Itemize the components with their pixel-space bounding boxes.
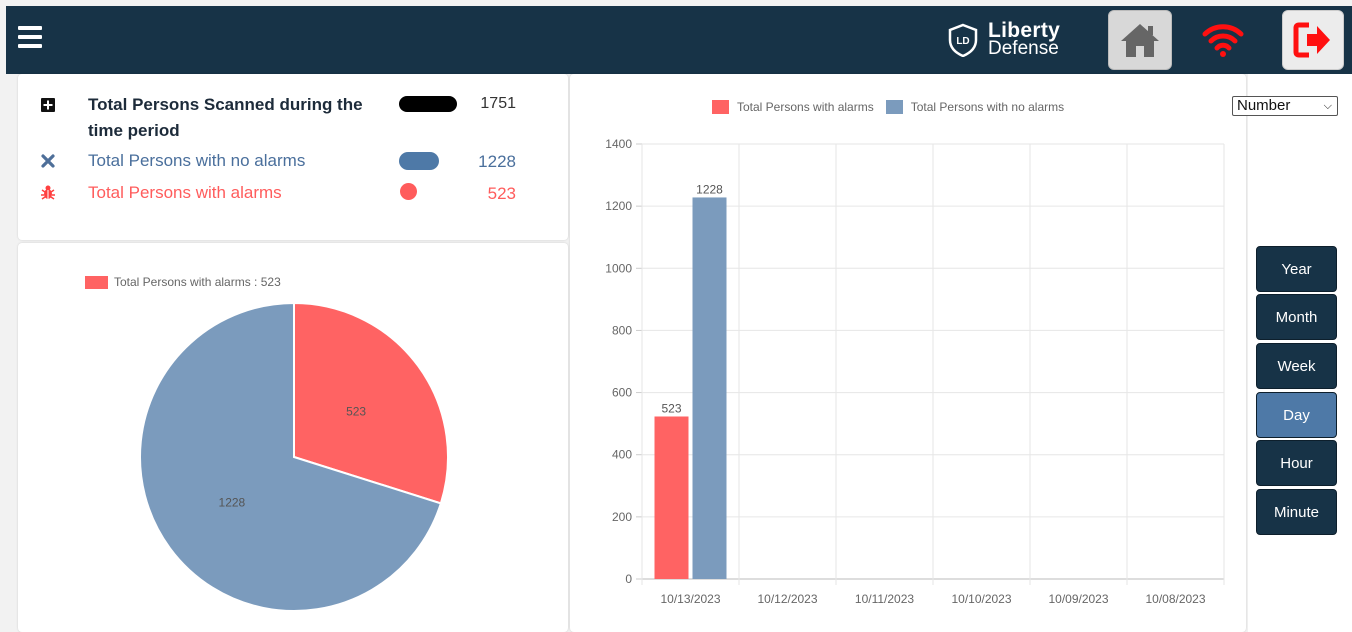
summary-value: 523 xyxy=(487,184,516,203)
x-tick-label: 10/12/2023 xyxy=(757,592,817,606)
wifi-icon xyxy=(1202,24,1244,57)
bar-chart-card: Total Persons with alarms Total Persons … xyxy=(570,74,1246,632)
menu-icon[interactable] xyxy=(18,26,42,50)
pie-slice-label: 1228 xyxy=(219,496,246,510)
bar-alarms[interactable] xyxy=(654,416,689,579)
y-tick-label: 0 xyxy=(625,572,632,586)
time-button-year[interactable]: Year xyxy=(1256,246,1337,292)
y-tick-label: 200 xyxy=(612,510,632,524)
time-button-minute[interactable]: Minute xyxy=(1256,489,1337,535)
shield-logo-icon: LD xyxy=(948,23,978,57)
bar-data-label: 523 xyxy=(661,401,681,415)
x-tick-label: 10/08/2023 xyxy=(1145,592,1205,606)
y-tick-label: 600 xyxy=(612,386,632,400)
logout-icon xyxy=(1293,22,1330,58)
metric-select[interactable]: Number ⌵ xyxy=(1232,96,1338,116)
bar-no-alarms[interactable] xyxy=(692,197,727,579)
y-tick-label: 1000 xyxy=(605,261,632,275)
time-button-day[interactable]: Day xyxy=(1256,392,1337,438)
select-value: Number xyxy=(1237,97,1291,114)
pie-chart-card: Total Persons with alarms : 523 523 1228 xyxy=(18,243,568,632)
summary-value: 1751 xyxy=(480,95,516,112)
x-tick-label: 10/10/2023 xyxy=(951,592,1011,606)
top-bar: LD Liberty Defense xyxy=(6,6,1352,74)
y-tick-label: 400 xyxy=(612,448,632,462)
home-icon xyxy=(1121,24,1159,57)
logo: LD Liberty Defense xyxy=(946,20,1060,60)
chevron-down-icon: ⌵ xyxy=(1323,100,1332,112)
x-tick-label: 10/09/2023 xyxy=(1048,592,1108,606)
time-button-hour[interactable]: Hour xyxy=(1256,440,1337,486)
y-tick-label: 1400 xyxy=(605,137,632,151)
legend-pill-total xyxy=(399,96,457,112)
bug-icon xyxy=(41,185,55,200)
bar-chart: 0 200 400 600 800 1000 1200 1400 10/13/2023 523 12… xyxy=(605,137,1225,606)
plus-square-icon xyxy=(41,98,55,112)
logo-line2: Defense xyxy=(988,38,1059,59)
x-tick-label: 10/11/2023 xyxy=(855,592,914,606)
time-button-week[interactable]: Week xyxy=(1256,343,1337,389)
y-tick-label: 1200 xyxy=(605,199,632,213)
logout-button[interactable] xyxy=(1282,10,1344,70)
legend-dot-alarms xyxy=(400,183,417,200)
summary-value: 1228 xyxy=(478,152,516,171)
legend-pill-no-alarms xyxy=(399,152,439,170)
summary-label: Total Persons with alarms xyxy=(88,183,282,202)
y-tick-label: 800 xyxy=(612,323,632,337)
pie-chart: 523 1228 xyxy=(139,301,449,612)
bar-data-label: 1228 xyxy=(696,182,723,196)
summary-label: Total Persons Scanned during the time pe… xyxy=(88,95,363,140)
home-button[interactable] xyxy=(1108,10,1172,70)
x-icon xyxy=(41,154,55,168)
summary-label: Total Persons with no alarms xyxy=(88,151,306,170)
x-tick-label: 10/13/2023 xyxy=(660,592,720,606)
time-button-month[interactable]: Month xyxy=(1256,294,1337,340)
summary-card: Total Persons Scanned during the time pe… xyxy=(18,74,568,240)
svg-text:LD: LD xyxy=(956,36,969,47)
pie-slice-label: 523 xyxy=(346,404,366,418)
